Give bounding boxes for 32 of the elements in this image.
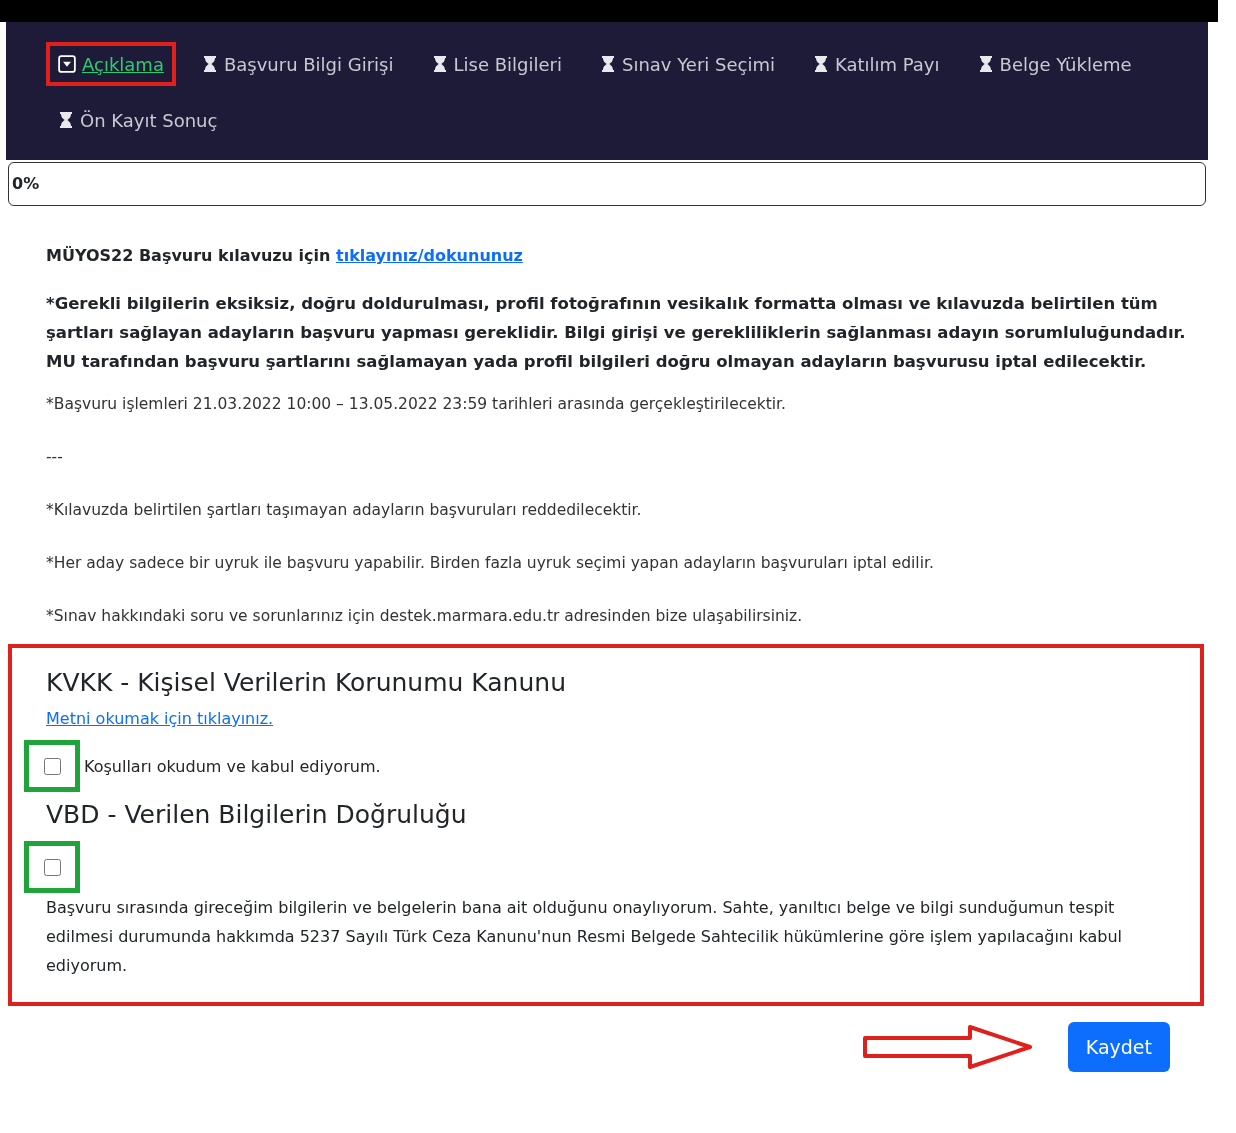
note-text: *Sınav hakkındaki soru ve sorunlarınız için destek.marmara.edu.tr adresinden bize ulaşabilirsiniz. bbox=[46, 606, 804, 626]
note-text: --- bbox=[46, 447, 64, 467]
note-text: *Her aday sadece bir uyruk ile başvuru yapabilir. Birden fazla uyruk seçimi yapan adayların başvuruları iptal edilir. bbox=[46, 553, 935, 573]
hourglass-icon bbox=[58, 111, 74, 129]
step-tab[interactable]: Ön Kayıt Sonuç bbox=[46, 98, 230, 142]
kvkk-heading: KVKK - Kişisel Verilerin Korunumu Kanunu bbox=[46, 668, 567, 697]
hourglass-icon bbox=[599, 55, 616, 73]
progress-label: 0% bbox=[12, 174, 40, 193]
warning-text: *Gerekli bilgilerin eksiksiz, doğru doldurulması, profil fotoğrafının vesikalık formatta olması ve kılavuzda belirtilen tüm şartları sağlayan adayların başvuru yapması gereklidir. Bilgi girişi ve gerekliliklerin sağlanması adayın sorumluluğundadır. MU tarafından başvuru şartlarını sağlamayan yada profil bilgileri doğru olmayan adayların başvurusu iptal edilecektir. bbox=[46, 293, 1187, 373]
arrow-icon bbox=[861, 1024, 1034, 1070]
note-text: *Kılavuzda belirtilen şartları taşımayan adayların başvuruları reddedilecektir. bbox=[46, 500, 643, 520]
step-tab[interactable]: Lise Bilgileri bbox=[419, 42, 574, 86]
declaration-text: Başvuru sırasında gireceğim bilgilerin ve belgelerin bana ait olduğunu onaylıyorum. Sahte, yanıltıcı belge ve bilgi sunduğumun tespit edilmesi durumunda hakkımda 5237 Sayılı Türk Ceza Kanunu'nun Resmi Belgede Sahtecilik hükümlerine göre işlem yapılacağını kabul ediyorum. bbox=[46, 897, 1124, 977]
vbd-heading: VBD - Verilen Bilgilerin Doğruluğu bbox=[46, 800, 468, 829]
step-tab[interactable]: Açıklama bbox=[46, 42, 176, 86]
checkbox-label: Koşulları okudum ve kabul ediyorum. bbox=[84, 756, 381, 776]
hourglass-icon bbox=[977, 55, 994, 73]
read-text-link[interactable]: Metni okumak için tıklayınız. bbox=[46, 709, 274, 728]
kvkk-checkbox[interactable] bbox=[43, 757, 61, 775]
step-tab[interactable]: Sınav Yeri Seçimi bbox=[587, 42, 787, 86]
step-tab[interactable]: Katılım Payı bbox=[800, 42, 952, 86]
hourglass-icon bbox=[201, 55, 218, 73]
step-tab[interactable]: Belge Yükleme bbox=[965, 42, 1144, 86]
save-button[interactable]: Kaydet bbox=[1067, 1022, 1170, 1072]
guide-link[interactable]: tıklayınız/dokununuz bbox=[336, 246, 523, 265]
vbd-checkbox[interactable] bbox=[43, 858, 61, 876]
note-text: *Başvuru işlemleri 21.03.2022 10:00 – 13.05.2022 23:59 tarihleri arasında gerçekleştirilecektir. bbox=[46, 394, 787, 414]
dropdown-square-icon bbox=[58, 55, 76, 73]
guide-text: MÜYOS22 Başvuru kılavuzu için tıklayınız/dokununuz bbox=[46, 246, 524, 265]
hourglass-icon bbox=[812, 55, 829, 73]
step-tab[interactable]: Başvuru Bilgi Girişi bbox=[189, 42, 406, 86]
hourglass-icon bbox=[431, 55, 448, 73]
